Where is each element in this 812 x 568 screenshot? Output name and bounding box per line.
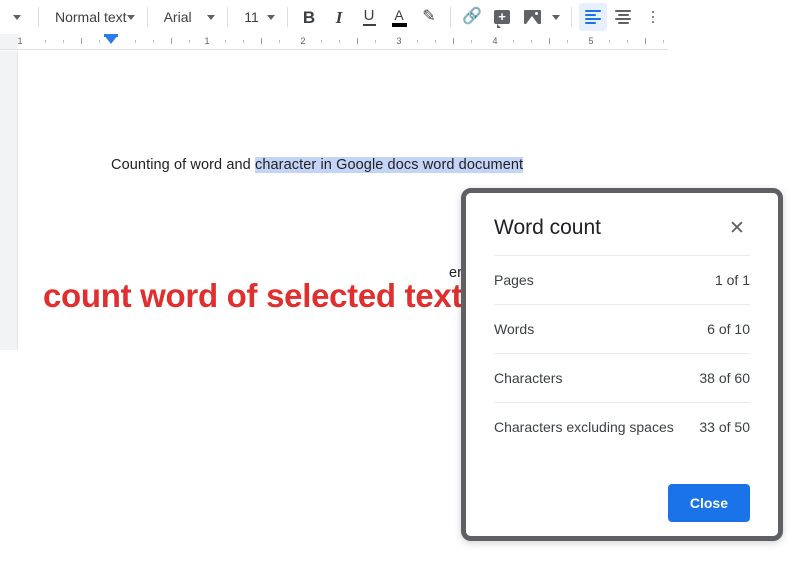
paragraph-text-unselected: Counting of word and bbox=[111, 157, 255, 173]
bold-icon: B bbox=[302, 7, 316, 27]
row-label: Characters excluding spaces bbox=[494, 419, 674, 435]
left-indent-marker[interactable] bbox=[104, 35, 118, 44]
page-gutter bbox=[0, 51, 18, 350]
word-count-row-characters: Characters 38 of 60 bbox=[494, 353, 750, 402]
toolbar-divider bbox=[450, 7, 451, 27]
row-value: 38 of 60 bbox=[699, 370, 750, 386]
chevron-down-icon bbox=[126, 14, 135, 20]
text-color-button[interactable]: A bbox=[385, 3, 413, 31]
chevron-down-icon bbox=[267, 14, 275, 20]
align-left-icon bbox=[585, 10, 601, 24]
italic-button[interactable]: I bbox=[325, 3, 353, 31]
underline-icon: U bbox=[362, 7, 376, 26]
underline-button[interactable]: U bbox=[355, 3, 383, 31]
font-family-label: Arial bbox=[163, 9, 192, 25]
row-label: Pages bbox=[494, 272, 534, 288]
toolbar-divider bbox=[227, 7, 229, 27]
word-count-row-pages: Pages 1 of 1 bbox=[494, 255, 750, 304]
word-count-dialog-header: Word count ✕ bbox=[494, 193, 750, 255]
ruler-number-left: 1 bbox=[17, 36, 23, 46]
add-comment-button[interactable]: + bbox=[488, 3, 516, 31]
word-count-row-characters-excluding-spaces: Characters excluding spaces 33 of 50 bbox=[494, 402, 750, 451]
row-value: 33 of 50 bbox=[699, 419, 750, 435]
chevron-down-icon bbox=[552, 14, 560, 20]
word-count-dialog-body: Word count ✕ Pages 1 of 1 Words 6 of 10 … bbox=[466, 193, 778, 536]
ruler-number: 2 bbox=[300, 36, 306, 46]
more-options-icon bbox=[652, 11, 654, 23]
document-ruler[interactable]: 1 1 2 3 4 5 bbox=[0, 34, 668, 50]
google-docs-window: Normal text Arial 11 B I U A ✎ 🔗 + 1 1 2… bbox=[0, 0, 812, 568]
align-center-button[interactable] bbox=[609, 3, 637, 31]
font-family-dropdown[interactable]: Arial bbox=[154, 3, 222, 31]
chevron-down-icon bbox=[13, 14, 21, 20]
insert-image-dropdown-button[interactable] bbox=[548, 3, 564, 31]
word-count-row-words: Words 6 of 10 bbox=[494, 304, 750, 353]
ruler-number: 4 bbox=[492, 36, 498, 46]
close-button[interactable]: Close bbox=[667, 484, 750, 522]
row-value: 6 of 10 bbox=[707, 321, 750, 337]
align-left-button[interactable] bbox=[579, 3, 607, 31]
row-label: Words bbox=[494, 321, 535, 337]
text-color-icon: A bbox=[391, 8, 407, 27]
paragraph-text-selected: character in Google docs word document bbox=[254, 157, 524, 173]
toolbar-divider bbox=[38, 7, 39, 27]
font-size-label: 11 bbox=[244, 9, 259, 25]
link-icon: 🔗 bbox=[462, 8, 482, 25]
toolbar-divider bbox=[287, 7, 288, 27]
word-count-dialog-footer: Close bbox=[466, 484, 778, 522]
document-paragraph[interactable]: Counting of word and character in Google… bbox=[111, 157, 524, 173]
ruler-number: 1 bbox=[204, 36, 210, 46]
row-label: Characters bbox=[494, 370, 563, 386]
ruler-left-margin bbox=[0, 34, 18, 49]
comment-plus-icon: + bbox=[494, 10, 510, 28]
ruler-number: 5 bbox=[588, 36, 594, 46]
ruler-number: 3 bbox=[396, 36, 402, 46]
highlight-color-button[interactable]: ✎ bbox=[415, 3, 443, 31]
row-value: 1 of 1 bbox=[714, 272, 750, 288]
paragraph-style-label: Normal text bbox=[55, 9, 127, 25]
ruler-track: 1 1 2 3 4 5 bbox=[0, 34, 668, 49]
chevron-down-icon bbox=[207, 14, 216, 20]
paragraph-style-dropdown[interactable]: Normal text bbox=[45, 3, 141, 31]
toolbar-divider bbox=[571, 7, 572, 27]
zoom-dropdown-button[interactable] bbox=[3, 3, 31, 31]
close-icon[interactable]: ✕ bbox=[724, 215, 750, 241]
toolbar-divider bbox=[146, 7, 148, 27]
align-center-icon bbox=[615, 10, 631, 24]
dialog-title: Word count bbox=[494, 216, 601, 239]
annotation-text: count word of selected text bbox=[43, 277, 463, 314]
pen-icon: ✎ bbox=[422, 8, 436, 25]
italic-icon: I bbox=[335, 7, 343, 27]
font-size-dropdown[interactable]: 11 bbox=[234, 3, 281, 31]
line-spacing-button[interactable] bbox=[639, 3, 667, 31]
insert-link-button[interactable]: 🔗 bbox=[458, 3, 486, 31]
word-count-dialog: Word count ✕ Pages 1 of 1 Words 6 of 10 … bbox=[461, 188, 783, 541]
image-icon bbox=[523, 10, 541, 24]
formatting-toolbar: Normal text Arial 11 B I U A ✎ 🔗 + bbox=[0, 0, 668, 34]
insert-image-button[interactable] bbox=[518, 3, 546, 31]
bold-button[interactable]: B bbox=[295, 3, 323, 31]
